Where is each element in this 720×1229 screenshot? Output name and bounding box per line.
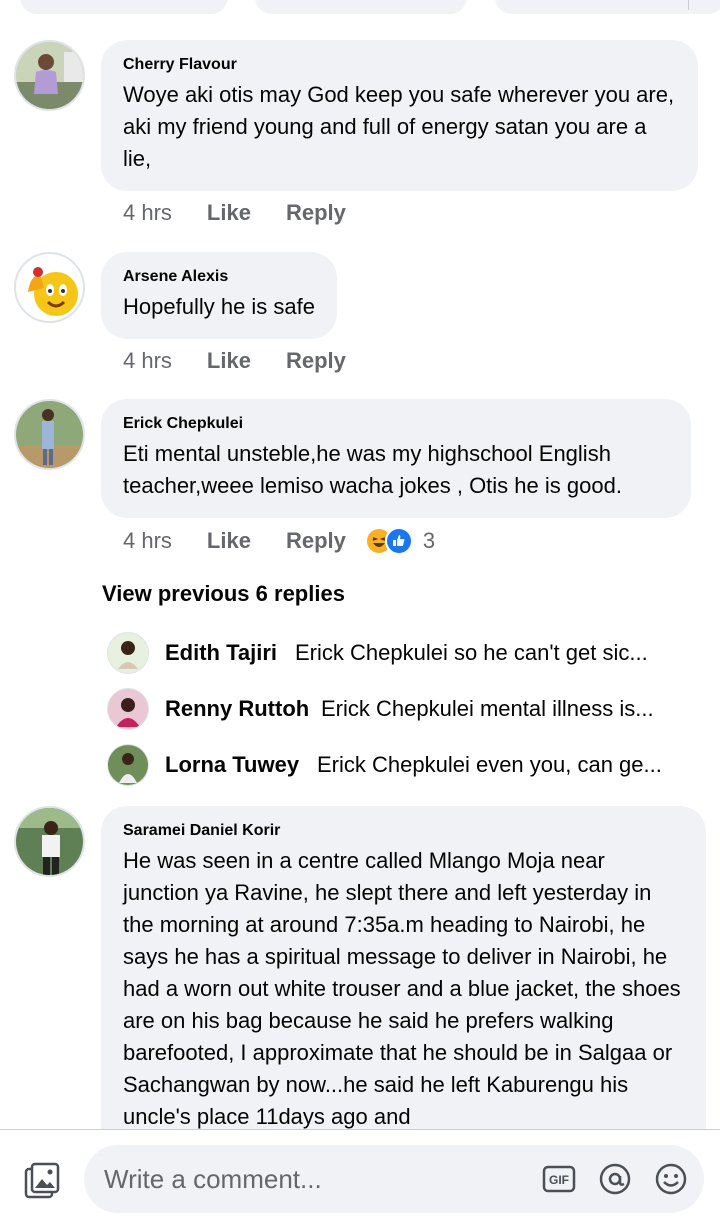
reaction-count: 3 (422, 528, 436, 553)
reply-preview-row[interactable]: Lorna Tuwey Erick Chepkulei even you, ca… (107, 744, 707, 786)
comment-author[interactable]: Saramei Daniel Korir (123, 821, 684, 841)
reply-button[interactable]: Reply (286, 348, 346, 374)
svg-text:GIF: GIF (549, 1173, 569, 1187)
comment-time[interactable]: 4 hrs (123, 200, 172, 226)
reply-preview-row[interactable]: Renny Ruttoh Erick Chepkulei mental illn… (107, 688, 707, 730)
like-button[interactable]: Like (207, 528, 251, 554)
avatar-photo (16, 42, 83, 109)
cutoff-bubble (495, 0, 720, 14)
cutoff-bubble (255, 0, 467, 14)
comment-text: He was seen in a centre called Mlango Mo… (123, 848, 681, 1129)
comment-actions: 4 hrs Like Reply (123, 348, 381, 374)
avatar-photo (16, 401, 83, 468)
comment-author[interactable]: Arsene Alexis (123, 267, 315, 287)
like-button[interactable]: Like (207, 200, 251, 226)
composer-actions: GIF (542, 1162, 688, 1196)
avatar[interactable] (14, 806, 85, 877)
avatar-photo (108, 745, 148, 785)
avatar-photo (108, 689, 148, 729)
avatar[interactable] (107, 632, 149, 674)
reply-author[interactable]: Lorna Tuwey (165, 752, 299, 778)
comment-author[interactable]: Erick Chepkulei (123, 414, 669, 434)
comment-text: Hopefully he is safe (123, 294, 315, 319)
reply-button[interactable]: Reply (286, 200, 346, 226)
comment-text: Eti mental unsteble,he was my highschool… (123, 441, 622, 498)
comment-text: Woye aki otis may God keep you safe wher… (123, 82, 675, 171)
avatar[interactable] (14, 40, 85, 111)
comment-bubble[interactable]: Cherry Flavour Woye aki otis may God kee… (101, 40, 698, 191)
comment-time[interactable]: 4 hrs (123, 348, 172, 374)
avatar[interactable] (14, 399, 85, 470)
reply-snippet: Erick Chepkulei so he can't get sic... (295, 640, 648, 665)
cutoff-bubble (20, 0, 228, 14)
comment-bubble[interactable]: Saramei Daniel Korir He was seen in a ce… (101, 806, 706, 1146)
photo-icon[interactable] (22, 1161, 62, 1201)
reply-author[interactable]: Renny Ruttoh (165, 696, 309, 722)
previous-content-stubs (0, 0, 720, 14)
avatar-photo (16, 808, 83, 875)
reply-snippet: Erick Chepkulei mental illness is... (321, 696, 654, 721)
comment-actions: 4 hrs Like Reply (123, 200, 381, 226)
mention-icon[interactable] (598, 1162, 632, 1196)
avatar[interactable] (14, 252, 85, 323)
comment-author[interactable]: Cherry Flavour (123, 55, 676, 75)
avatar-emoji (16, 254, 83, 321)
view-previous-replies-link[interactable]: View previous 6 replies (102, 581, 345, 607)
emoji-icon[interactable] (654, 1162, 688, 1196)
comment-actions: 4 hrs Like Reply 3 (123, 527, 435, 555)
comment-composer: Write a comment... GIF (0, 1129, 720, 1229)
reply-snippet: Erick Chepkulei even you, can ge... (317, 752, 662, 777)
like-button[interactable]: Like (207, 348, 251, 374)
reply-author[interactable]: Edith Tajiri (165, 640, 277, 666)
reply-preview-row[interactable]: Edith Tajiri Erick Chepkulei so he can't… (107, 632, 707, 674)
like-icon (384, 527, 413, 555)
comment-time[interactable]: 4 hrs (123, 528, 172, 554)
reply-button[interactable]: Reply (286, 528, 346, 554)
comment-bubble[interactable]: Erick Chepkulei Eti mental unsteble,he w… (101, 399, 691, 518)
reactions-summary[interactable]: 3 (364, 527, 436, 555)
gif-icon[interactable]: GIF (542, 1162, 576, 1196)
divider (688, 0, 689, 10)
avatar[interactable] (107, 744, 149, 786)
comment-bubble[interactable]: Arsene Alexis Hopefully he is safe (101, 252, 337, 339)
avatar-photo (108, 633, 148, 673)
avatar[interactable] (107, 688, 149, 730)
